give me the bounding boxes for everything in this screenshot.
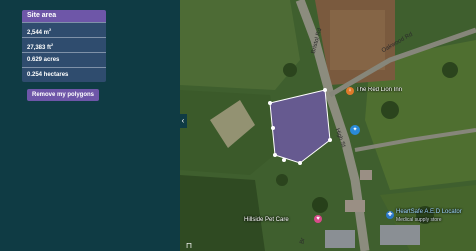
directions-icon[interactable]: ✦ [350, 125, 360, 135]
road-label-br: Br [299, 237, 307, 245]
site-area-acres: 0.629 acres [22, 52, 106, 67]
remove-polygons-button[interactable]: Remove my polygons [27, 89, 99, 101]
chevron-left-icon[interactable]: ‹ [179, 114, 187, 128]
site-area-card: Site area 2,544 m2 27,383 ft2 0.629 acre… [22, 10, 106, 82]
site-area-hectares: 0.254 hectares [22, 67, 106, 82]
pet-care-label[interactable]: Hillside Pet Care [244, 217, 289, 223]
pub-pin-icon[interactable]: ♀ [346, 87, 354, 95]
defib-pin-icon[interactable]: ✚ [386, 211, 394, 219]
pub-label[interactable]: The Red Lion Inn [356, 87, 402, 93]
side-panel: Site area 2,544 m2 27,383 ft2 0.629 acre… [0, 0, 180, 251]
defib-label[interactable]: HeartSafe A.E.D Locator [396, 209, 462, 215]
satellite-map[interactable]: Bristol Rd Oakwood Rd High St Br ♀ The R… [180, 0, 476, 251]
ruler-icon[interactable]: ⊓ [184, 241, 194, 251]
site-area-sqm: 2,544 m2 [22, 22, 106, 37]
app: Site area 2,544 m2 27,383 ft2 0.629 acre… [0, 0, 476, 251]
defib-sublabel: Medical supply store [396, 217, 442, 223]
pet-care-pin-icon[interactable]: ♥ [314, 215, 322, 223]
site-area-sqft: 27,383 ft2 [22, 37, 106, 52]
site-area-title: Site area [22, 10, 106, 22]
